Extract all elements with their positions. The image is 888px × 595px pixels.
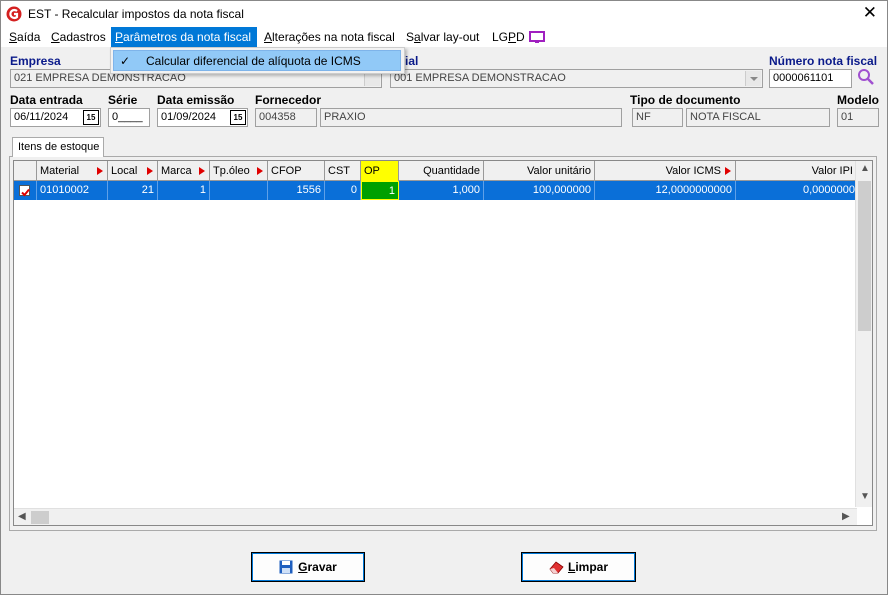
menu-saida[interactable]: Saída (5, 27, 44, 47)
header-tp-oleo[interactable]: Tp.óleo (210, 161, 268, 181)
eraser-icon (549, 560, 564, 574)
scroll-left-icon[interactable]: ◀ (18, 511, 26, 522)
tipo-documento-code-field[interactable]: NF (632, 108, 683, 127)
serie-label: Série (108, 93, 138, 107)
save-icon (279, 560, 293, 574)
checkmark-icon: ✓ (120, 54, 131, 68)
sort-arrow-icon (97, 167, 103, 175)
menu-alteracoes-nota-fiscal[interactable]: Alterações na nota fiscal (260, 27, 399, 47)
title-bar: EST - Recalcular impostos da nota fiscal… (1, 1, 887, 27)
monitor-icon[interactable] (529, 31, 545, 44)
header-quantidade[interactable]: Quantidade (399, 161, 484, 181)
modelo-label: Modelo (837, 93, 879, 107)
table-row[interactable]: 01010002 21 1 1556 0 1 1,000 100,000000 … (14, 181, 859, 200)
main-window: EST - Recalcular impostos da nota fiscal… (0, 0, 888, 595)
fornecedor-label: Fornecedor (255, 93, 322, 107)
cell-marca[interactable]: 1 (158, 181, 210, 200)
header-cfop[interactable]: CFOP (268, 161, 325, 181)
horizontal-scroll-thumb[interactable] (31, 511, 49, 524)
filial-label: ial (405, 54, 419, 68)
empresa-label: Empresa (10, 54, 61, 68)
filial-field[interactable]: 001 EMPRESA DEMONSTRACAO (390, 69, 763, 88)
scroll-down-icon[interactable]: ▼ (860, 491, 870, 502)
menu-bar: Saída Cadastros Parâmetros da nota fisca… (1, 27, 887, 47)
cell-valor-icms[interactable]: 12,0000000000 (595, 181, 736, 200)
header-valor-icms[interactable]: Valor ICMS (595, 161, 736, 181)
filial-dropdown-arrow[interactable] (745, 71, 761, 86)
header-marca[interactable]: Marca (158, 161, 210, 181)
menu-parametros-nota-fiscal[interactable]: Parâmetros da nota fiscal (111, 27, 257, 47)
header-op[interactable]: OP (361, 161, 399, 181)
row-checkbox[interactable] (19, 185, 30, 197)
menu-item-calcular-diferencial[interactable]: ✓ Calcular diferencial de alíquota de IC… (113, 50, 401, 71)
header-cst[interactable]: CST (325, 161, 361, 181)
sort-arrow-icon (257, 167, 263, 175)
tab-itens-estoque[interactable]: Itens de estoque (12, 137, 104, 157)
menu-item-label: Calcular diferencial de alíquota de ICMS (146, 54, 361, 68)
calendar-icon[interactable]: 15 (230, 110, 246, 125)
calendar-icon[interactable]: 15 (83, 110, 99, 125)
cell-tp-oleo[interactable] (210, 181, 268, 200)
header-select (14, 161, 37, 181)
menu-salvar-layout[interactable]: Salvar lay-out (402, 27, 483, 47)
cell-op[interactable]: 1 (361, 181, 399, 200)
header-valor-unitario[interactable]: Valor unitário (484, 161, 595, 181)
search-icon[interactable] (857, 68, 875, 86)
fornecedor-code-field[interactable]: 004358 (255, 108, 317, 127)
cell-cst[interactable]: 0 (325, 181, 361, 200)
fornecedor-name-field: PRAXIO (320, 108, 622, 127)
modelo-field[interactable]: 01 (837, 108, 879, 127)
sort-arrow-icon (725, 167, 731, 175)
header-local[interactable]: Local (108, 161, 158, 181)
scroll-right-icon[interactable]: ▶ (842, 511, 850, 522)
cell-cfop[interactable]: 1556 (268, 181, 325, 200)
serie-field[interactable]: 0____ (108, 108, 150, 127)
numero-nota-field[interactable]: 0000061101 (769, 69, 852, 88)
numero-nota-label: Número nota fiscal (769, 54, 878, 68)
cell-material[interactable]: 01010002 (37, 181, 108, 200)
data-emissao-field[interactable]: 01/09/2024 15 (157, 108, 248, 127)
data-emissao-label: Data emissão (157, 93, 235, 107)
header-valor-ipi[interactable]: Valor IPI (736, 161, 857, 181)
scroll-up-icon[interactable]: ▲ (860, 163, 870, 174)
parametros-dropdown: ✓ Calcular diferencial de alíquota de IC… (110, 47, 405, 74)
data-entrada-field[interactable]: 06/11/2024 15 (10, 108, 101, 127)
cell-valor-ipi[interactable]: 0,0000000 (736, 181, 859, 200)
close-icon[interactable]: ✕ (863, 4, 877, 22)
grid-header: Material Local Marca Tp.óleo CFOP CST OP… (14, 161, 872, 181)
items-grid[interactable]: Material Local Marca Tp.óleo CFOP CST OP… (13, 160, 873, 526)
menu-cadastros[interactable]: Cadastros (47, 27, 110, 47)
sort-arrow-icon (199, 167, 205, 175)
horizontal-scrollbar[interactable]: ◀ ▶ (14, 508, 857, 525)
row-select-cell[interactable] (14, 181, 37, 200)
menu-lgpd[interactable]: LGPD (488, 27, 529, 47)
gravar-button[interactable]: Gravar (251, 552, 365, 582)
cell-quantidade[interactable]: 1,000 (399, 181, 484, 200)
cell-valor-unitario[interactable]: 100,000000 (484, 181, 595, 200)
vertical-scroll-thumb[interactable] (858, 181, 871, 331)
window-title: EST - Recalcular impostos da nota fiscal (28, 7, 244, 21)
data-entrada-label: Data entrada (10, 93, 83, 107)
cell-local[interactable]: 21 (108, 181, 158, 200)
limpar-button[interactable]: Limpar (521, 552, 636, 582)
app-logo-icon (6, 6, 22, 22)
header-material[interactable]: Material (37, 161, 108, 181)
vertical-scrollbar[interactable]: ▲ ▼ (855, 161, 872, 507)
sort-arrow-icon (147, 167, 153, 175)
tipo-documento-name-field: NOTA FISCAL (686, 108, 830, 127)
tipo-documento-label: Tipo de documento (630, 93, 741, 107)
